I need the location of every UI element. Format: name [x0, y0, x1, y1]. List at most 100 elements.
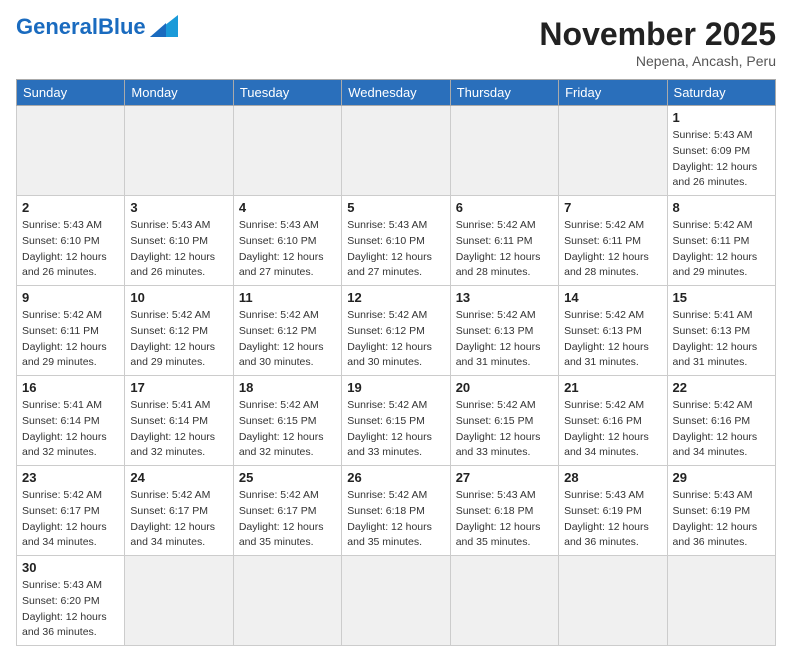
day-number: 10	[130, 290, 227, 305]
col-tuesday: Tuesday	[233, 80, 341, 106]
calendar-header-row: Sunday Monday Tuesday Wednesday Thursday…	[17, 80, 776, 106]
table-row: 5 Sunrise: 5:43 AM Sunset: 6:10 PM Daylig…	[342, 196, 450, 286]
day-number: 7	[564, 200, 661, 215]
day-number: 9	[22, 290, 119, 305]
table-row: 26Sunrise: 5:42 AM Sunset: 6:18 PM Dayli…	[342, 466, 450, 556]
day-info: Sunrise: 5:41 AM Sunset: 6:13 PM Dayligh…	[673, 308, 770, 371]
day-info: Sunrise: 5:42 AM Sunset: 6:11 PM Dayligh…	[456, 218, 553, 281]
table-row: 1 Sunrise: 5:43 AM Sunset: 6:09 PM Daylig…	[667, 106, 775, 196]
day-number: 22	[673, 380, 770, 395]
table-row: 20 Sunrise: 5:42 AM Sunset: 6:15 PM Dayli…	[450, 376, 558, 466]
day-number: 11	[239, 290, 336, 305]
table-row	[125, 106, 233, 196]
day-info: Sunrise: 5:42 AM Sunset: 6:15 PM Dayligh…	[347, 398, 444, 461]
day-info: Sunrise: 5:42 AM Sunset: 6:16 PM Dayligh…	[673, 398, 770, 461]
table-row	[559, 106, 667, 196]
day-number: 15	[673, 290, 770, 305]
table-row: 12 Sunrise: 5:42 AM Sunset: 6:12 PM Dayli…	[342, 286, 450, 376]
day-info: Sunrise: 5:41 AM Sunset: 6:14 PM Dayligh…	[22, 398, 119, 461]
table-row: 6 Sunrise: 5:42 AM Sunset: 6:11 PM Daylig…	[450, 196, 558, 286]
day-info: Sunrise: 5:42 AM Sunset: 6:11 PM Dayligh…	[564, 218, 661, 281]
title-section: November 2025 Nepena, Ancash, Peru	[539, 16, 776, 69]
day-number: 25	[239, 470, 336, 485]
day-info: Sunrise: 5:43 AM Sunset: 6:10 PM Dayligh…	[130, 218, 227, 281]
logo-text: GeneralBlue	[16, 16, 146, 38]
table-row	[233, 556, 341, 646]
day-number: 12	[347, 290, 444, 305]
day-info: Sunrise: 5:43 AM Sunset: 6:19 PM Dayligh…	[673, 488, 770, 551]
day-info: Sunrise: 5:42 AM Sunset: 6:12 PM Dayligh…	[347, 308, 444, 371]
day-number: 1	[673, 110, 770, 125]
table-row: 10 Sunrise: 5:42 AM Sunset: 6:12 PM Dayli…	[125, 286, 233, 376]
day-number: 20	[456, 380, 553, 395]
day-info: Sunrise: 5:41 AM Sunset: 6:14 PM Dayligh…	[130, 398, 227, 461]
day-info: Sunrise: 5:42 AM Sunset: 6:13 PM Dayligh…	[564, 308, 661, 371]
day-number: 29	[673, 470, 770, 485]
location: Nepena, Ancash, Peru	[539, 53, 776, 69]
table-row: 13Sunrise: 5:42 AM Sunset: 6:13 PM Dayli…	[450, 286, 558, 376]
day-info: Sunrise: 5:43 AM Sunset: 6:19 PM Dayligh…	[564, 488, 661, 551]
table-row: 21Sunrise: 5:42 AM Sunset: 6:16 PM Dayli…	[559, 376, 667, 466]
day-info: Sunrise: 5:43 AM Sunset: 6:10 PM Dayligh…	[239, 218, 336, 281]
calendar-row: 2Sunrise: 5:43 AM Sunset: 6:10 PM Daylig…	[17, 196, 776, 286]
day-number: 6	[456, 200, 553, 215]
day-number: 13	[456, 290, 553, 305]
day-info: Sunrise: 5:42 AM Sunset: 6:17 PM Dayligh…	[130, 488, 227, 551]
calendar-table: Sunday Monday Tuesday Wednesday Thursday…	[16, 79, 776, 646]
day-number: 23	[22, 470, 119, 485]
day-number: 5	[347, 200, 444, 215]
table-row: 18Sunrise: 5:42 AM Sunset: 6:15 PM Dayli…	[233, 376, 341, 466]
col-monday: Monday	[125, 80, 233, 106]
table-row	[17, 106, 125, 196]
table-row: 28 Sunrise: 5:43 AM Sunset: 6:19 PM Dayli…	[559, 466, 667, 556]
table-row: 2Sunrise: 5:43 AM Sunset: 6:10 PM Daylig…	[17, 196, 125, 286]
logo-blue: Blue	[98, 14, 146, 39]
day-info: Sunrise: 5:43 AM Sunset: 6:10 PM Dayligh…	[22, 218, 119, 281]
table-row: 4 Sunrise: 5:43 AM Sunset: 6:10 PM Daylig…	[233, 196, 341, 286]
table-row	[342, 556, 450, 646]
calendar-row: 9Sunrise: 5:42 AM Sunset: 6:11 PM Daylig…	[17, 286, 776, 376]
day-number: 18	[239, 380, 336, 395]
day-number: 17	[130, 380, 227, 395]
day-info: Sunrise: 5:42 AM Sunset: 6:16 PM Dayligh…	[564, 398, 661, 461]
calendar-row: 16 Sunrise: 5:41 AM Sunset: 6:14 PM Dayli…	[17, 376, 776, 466]
day-number: 4	[239, 200, 336, 215]
day-info: Sunrise: 5:42 AM Sunset: 6:12 PM Dayligh…	[239, 308, 336, 371]
day-info: Sunrise: 5:43 AM Sunset: 6:20 PM Dayligh…	[22, 578, 119, 641]
calendar-row: 1 Sunrise: 5:43 AM Sunset: 6:09 PM Daylig…	[17, 106, 776, 196]
day-info: Sunrise: 5:43 AM Sunset: 6:09 PM Dayligh…	[673, 128, 770, 191]
col-wednesday: Wednesday	[342, 80, 450, 106]
table-row: 22 Sunrise: 5:42 AM Sunset: 6:16 PM Dayli…	[667, 376, 775, 466]
table-row	[559, 556, 667, 646]
logo-icon	[150, 15, 178, 37]
table-row: 17 Sunrise: 5:41 AM Sunset: 6:14 PM Dayli…	[125, 376, 233, 466]
day-info: Sunrise: 5:42 AM Sunset: 6:12 PM Dayligh…	[130, 308, 227, 371]
calendar-row: 30Sunrise: 5:43 AM Sunset: 6:20 PM Dayli…	[17, 556, 776, 646]
day-info: Sunrise: 5:42 AM Sunset: 6:15 PM Dayligh…	[456, 398, 553, 461]
day-number: 28	[564, 470, 661, 485]
col-thursday: Thursday	[450, 80, 558, 106]
day-info: Sunrise: 5:43 AM Sunset: 6:18 PM Dayligh…	[456, 488, 553, 551]
day-number: 24	[130, 470, 227, 485]
day-number: 8	[673, 200, 770, 215]
table-row: 8Sunrise: 5:42 AM Sunset: 6:11 PM Daylig…	[667, 196, 775, 286]
page-header: GeneralBlue November 2025 Nepena, Ancash…	[16, 16, 776, 69]
table-row: 29 Sunrise: 5:43 AM Sunset: 6:19 PM Dayli…	[667, 466, 775, 556]
table-row	[342, 106, 450, 196]
day-number: 19	[347, 380, 444, 395]
table-row: 24 Sunrise: 5:42 AM Sunset: 6:17 PM Dayli…	[125, 466, 233, 556]
table-row: 16 Sunrise: 5:41 AM Sunset: 6:14 PM Dayli…	[17, 376, 125, 466]
table-row: 27Sunrise: 5:43 AM Sunset: 6:18 PM Dayli…	[450, 466, 558, 556]
day-info: Sunrise: 5:42 AM Sunset: 6:17 PM Dayligh…	[22, 488, 119, 551]
table-row: 30Sunrise: 5:43 AM Sunset: 6:20 PM Dayli…	[17, 556, 125, 646]
table-row	[125, 556, 233, 646]
table-row	[233, 106, 341, 196]
day-number: 16	[22, 380, 119, 395]
col-sunday: Sunday	[17, 80, 125, 106]
table-row: 14 Sunrise: 5:42 AM Sunset: 6:13 PM Dayli…	[559, 286, 667, 376]
day-info: Sunrise: 5:42 AM Sunset: 6:17 PM Dayligh…	[239, 488, 336, 551]
table-row: 9Sunrise: 5:42 AM Sunset: 6:11 PM Daylig…	[17, 286, 125, 376]
table-row: 19 Sunrise: 5:42 AM Sunset: 6:15 PM Dayli…	[342, 376, 450, 466]
day-number: 14	[564, 290, 661, 305]
day-info: Sunrise: 5:43 AM Sunset: 6:10 PM Dayligh…	[347, 218, 444, 281]
